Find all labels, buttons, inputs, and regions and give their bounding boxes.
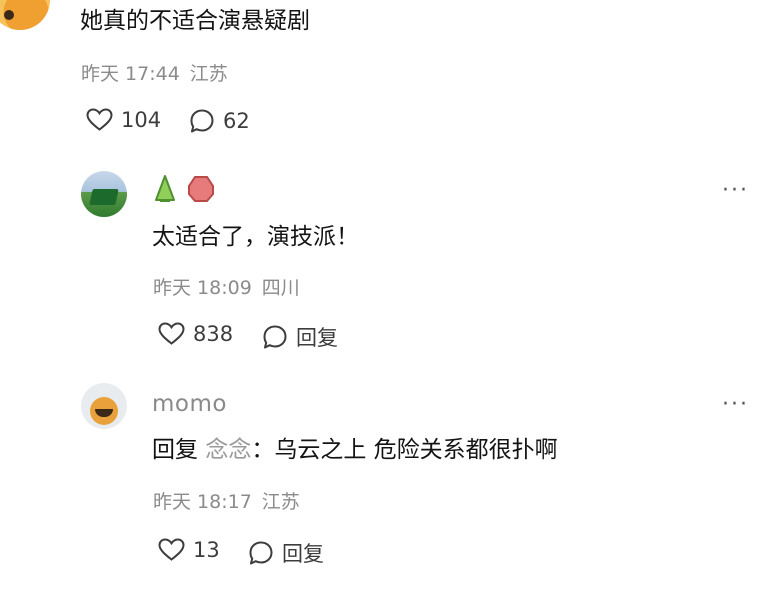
comment-location: 江苏 xyxy=(189,63,228,85)
commenter-avatar[interactable] xyxy=(0,0,50,30)
mention-user[interactable]: 念念 xyxy=(205,437,251,463)
comment-button[interactable]: 62 xyxy=(189,108,250,134)
reply-label: 回复 xyxy=(282,542,324,566)
reply-meta: 昨天 18:09 四川 xyxy=(153,276,300,300)
like-count: 838 xyxy=(193,322,234,346)
green-badge-icon xyxy=(155,175,175,202)
reply-location: 江苏 xyxy=(261,491,300,513)
red-badge-icon xyxy=(188,176,214,202)
comment-bubble-icon xyxy=(263,325,287,349)
heart-icon xyxy=(158,322,185,345)
reply-button[interactable]: 回复 xyxy=(248,538,324,568)
reply-avatar[interactable] xyxy=(81,171,127,217)
reply-text: 太适合了，演技派！ xyxy=(152,224,359,250)
more-icon[interactable]: ··· xyxy=(722,178,749,203)
comment-count: 62 xyxy=(223,109,250,133)
reply-time: 昨天 18:09 xyxy=(153,277,252,299)
reply-label: 回复 xyxy=(296,326,338,350)
like-count: 104 xyxy=(121,108,162,132)
reply-meta: 昨天 18:17 江苏 xyxy=(153,490,300,514)
comment-bubble-icon xyxy=(249,541,273,565)
reply-location: 四川 xyxy=(261,277,300,299)
reply-avatar[interactable] xyxy=(81,383,127,429)
comment-bubble-icon xyxy=(190,109,214,133)
comment-meta: 昨天 17:44 江苏 xyxy=(81,62,228,86)
user-badges xyxy=(152,174,216,204)
reply-text-line: 回复 念念：乌云之上 危险关系都很扑啊 xyxy=(152,435,558,465)
reply-time: 昨天 18:17 xyxy=(153,491,252,513)
heart-icon xyxy=(86,108,113,131)
reply-button[interactable]: 回复 xyxy=(262,322,338,352)
heart-icon xyxy=(158,538,185,561)
like-button[interactable]: 838 xyxy=(158,322,233,346)
reply-text: 乌云之上 危险关系都很扑啊 xyxy=(274,437,558,463)
like-count: 13 xyxy=(193,538,220,562)
username[interactable]: momo xyxy=(152,391,227,417)
comment-time: 昨天 17:44 xyxy=(81,63,180,85)
mention-separator: ： xyxy=(251,437,275,463)
like-button[interactable]: 13 xyxy=(158,538,220,562)
like-button[interactable]: 104 xyxy=(86,108,161,132)
reply-prefix: 回复 xyxy=(152,437,198,463)
more-icon[interactable]: ··· xyxy=(722,392,749,417)
comment-text: 她真的不适合演悬疑剧 xyxy=(80,8,310,34)
